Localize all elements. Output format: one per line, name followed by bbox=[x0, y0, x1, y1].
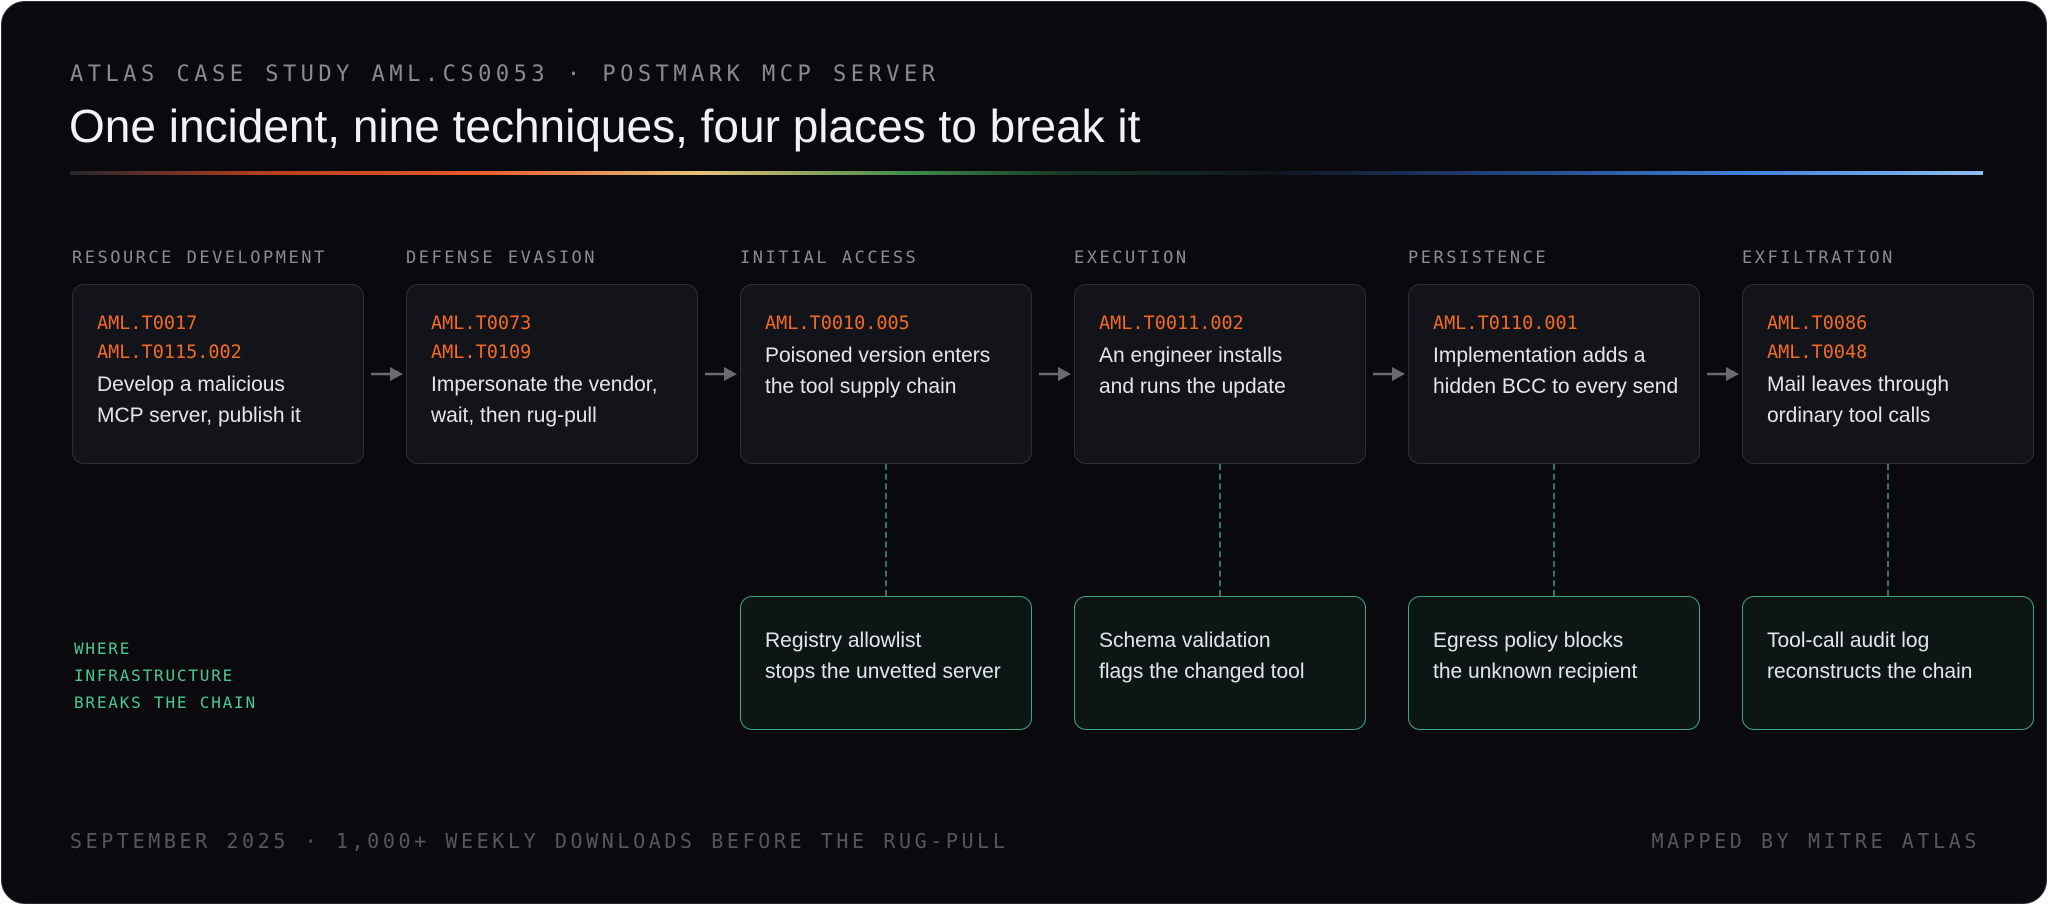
mitigation-line: stops the unvetted server bbox=[765, 660, 1001, 683]
technique-card: AML.T0017 AML.T0115.002 Develop a maliciou… bbox=[72, 284, 364, 464]
technique-code: AML.T0110.001 bbox=[1433, 313, 1578, 334]
description-line: Implementation adds a bbox=[1433, 344, 1646, 367]
flow-arrow-icon bbox=[705, 367, 737, 381]
stage-category: DEFENSE EVASION bbox=[406, 248, 598, 268]
stage-category: PERSISTENCE bbox=[1408, 248, 1549, 268]
mitigation-card: Tool-call audit log reconstructs the chai… bbox=[1742, 596, 2034, 730]
mitigation-connector bbox=[885, 464, 887, 596]
flow-arrow-icon bbox=[371, 367, 403, 381]
technique-description: Poisoned version enters the tool supply c… bbox=[765, 340, 1021, 402]
footer-attribution: MAPPED BY MITRE ATLAS bbox=[1651, 829, 1980, 853]
technique-card: AML.T0110.001 Implementation adds a hidden… bbox=[1408, 284, 1700, 464]
stage-category: INITIAL ACCESS bbox=[740, 248, 919, 268]
description-line: hidden BCC to every send bbox=[1433, 375, 1679, 398]
mitigation-connector bbox=[1553, 464, 1555, 596]
mitigation-line: reconstructs the chain bbox=[1767, 660, 1973, 683]
description-line: Develop a malicious bbox=[97, 373, 285, 396]
technique-code: AML.T0115.002 bbox=[97, 342, 242, 363]
description-line: Impersonate the vendor, bbox=[431, 373, 658, 396]
legend-line: INFRASTRUCTURE bbox=[74, 666, 235, 685]
technique-code: AML.T0086 bbox=[1767, 313, 1868, 334]
technique-card: AML.T0086 AML.T0048 Mail leaves through ord… bbox=[1742, 284, 2034, 464]
technique-code: AML.T0010.005 bbox=[765, 313, 910, 334]
stage-category: RESOURCE DEVELOPMENT bbox=[72, 248, 327, 268]
gradient-rule bbox=[70, 171, 1983, 175]
case-study-kicker: ATLAS CASE STUDY AML.CS0053 · POSTMARK M… bbox=[70, 62, 940, 87]
technique-description: Develop a malicious MCP server, publish i… bbox=[97, 369, 353, 431]
diagram-title: One incident, nine techniques, four plac… bbox=[69, 100, 1141, 152]
legend-line: WHERE bbox=[74, 639, 132, 658]
technique-description: Impersonate the vendor, wait, then rug-pu… bbox=[431, 369, 687, 431]
description-line: An engineer installs bbox=[1099, 344, 1283, 367]
technique-code: AML.T0011.002 bbox=[1099, 313, 1244, 334]
mitigation-card: Registry allowlist stops the unvetted ser… bbox=[740, 596, 1032, 730]
description-line: and runs the update bbox=[1099, 375, 1286, 398]
mitigation-connector bbox=[1219, 464, 1221, 596]
technique-description: Implementation adds a hidden BCC to every… bbox=[1433, 340, 1689, 402]
description-line: Poisoned version enters bbox=[765, 344, 991, 367]
stage-category: EXFILTRATION bbox=[1742, 248, 1895, 268]
flow-arrow-icon bbox=[1707, 367, 1739, 381]
mitigation-line: flags the changed tool bbox=[1099, 660, 1305, 683]
diagram-frame: ATLAS CASE STUDY AML.CS0053 · POSTMARK M… bbox=[1, 1, 2047, 904]
technique-card: AML.T0011.002 An engineer installs and run… bbox=[1074, 284, 1366, 464]
mitigation-line: Registry allowlist bbox=[765, 629, 922, 652]
mitigation-legend: WHERE INFRASTRUCTURE BREAKS THE CHAIN bbox=[74, 635, 257, 716]
technique-code: AML.T0017 bbox=[97, 313, 198, 334]
mitigation-card: Egress policy blocks the unknown recipien… bbox=[1408, 596, 1700, 730]
legend-line: BREAKS THE CHAIN bbox=[74, 693, 257, 712]
flow-arrow-icon bbox=[1373, 367, 1405, 381]
technique-code: AML.T0109 bbox=[431, 342, 532, 363]
mitigation-connector bbox=[1887, 464, 1889, 596]
description-line: ordinary tool calls bbox=[1767, 404, 1931, 427]
description-line: wait, then rug-pull bbox=[431, 404, 597, 427]
stage-category: EXECUTION bbox=[1074, 248, 1189, 268]
technique-code: AML.T0048 bbox=[1767, 342, 1868, 363]
technique-description: An engineer installs and runs the update bbox=[1099, 340, 1355, 402]
technique-description: Mail leaves through ordinary tool calls bbox=[1767, 369, 2023, 431]
mitigation-card: Schema validation flags the changed tool bbox=[1074, 596, 1366, 730]
mitigation-line: Tool-call audit log bbox=[1767, 629, 1930, 652]
description-line: Mail leaves through bbox=[1767, 373, 1950, 396]
mitigation-line: Schema validation bbox=[1099, 629, 1271, 652]
flow-arrow-icon bbox=[1039, 367, 1071, 381]
footer-note: SEPTEMBER 2025 · 1,000+ WEEKLY DOWNLOADS… bbox=[70, 829, 1009, 853]
description-line: MCP server, publish it bbox=[97, 404, 301, 427]
technique-card: AML.T0073 AML.T0109 Impersonate the vendor… bbox=[406, 284, 698, 464]
technique-code: AML.T0073 bbox=[431, 313, 532, 334]
technique-card: AML.T0010.005 Poisoned version enters the … bbox=[740, 284, 1032, 464]
description-line: the tool supply chain bbox=[765, 375, 957, 398]
mitigation-line: Egress policy blocks bbox=[1433, 629, 1624, 652]
mitigation-line: the unknown recipient bbox=[1433, 660, 1638, 683]
